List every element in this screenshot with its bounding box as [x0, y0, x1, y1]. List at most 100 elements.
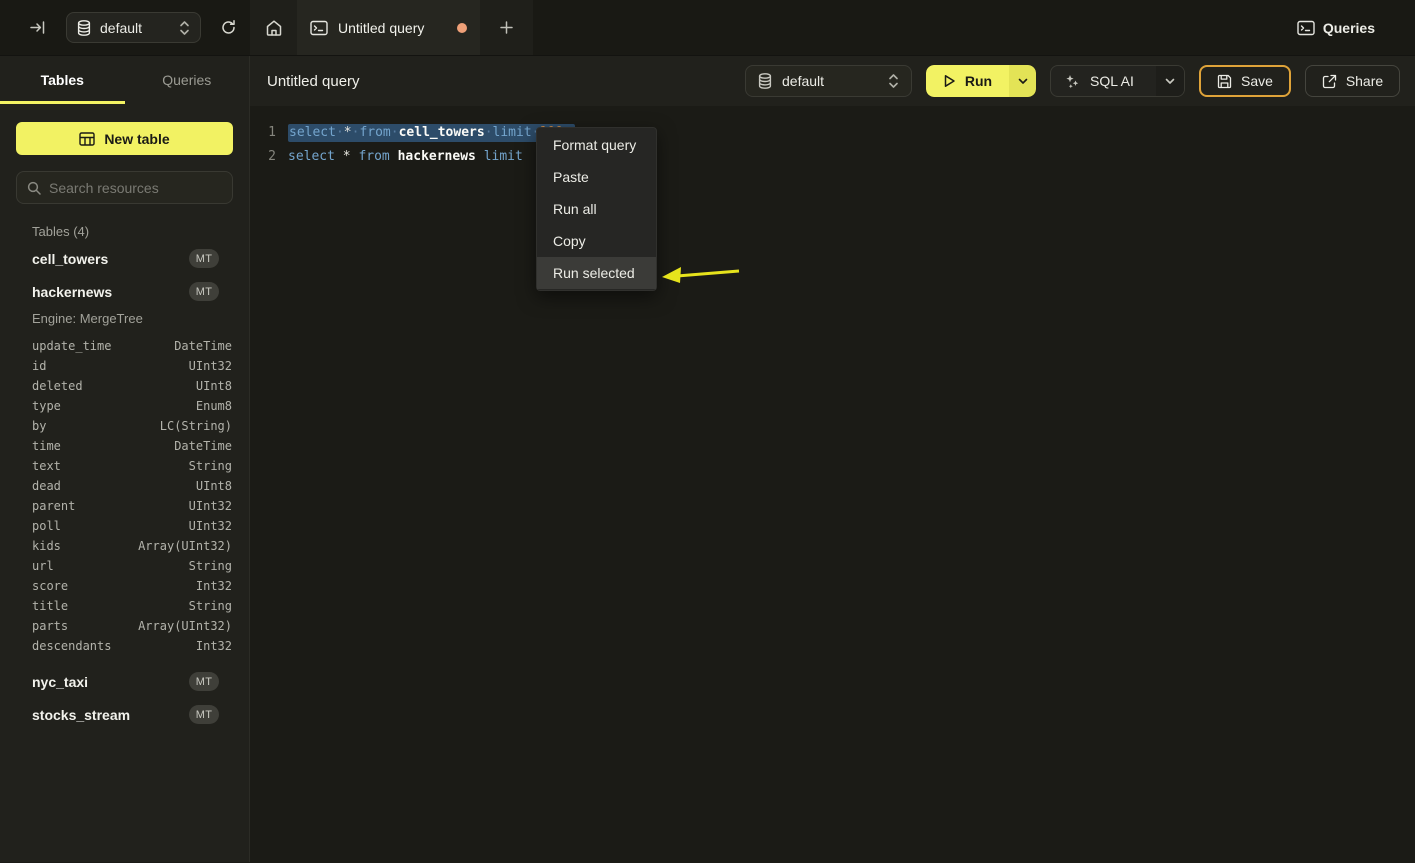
chevron-down-icon [1165, 78, 1175, 85]
column-name: dead [32, 479, 196, 493]
queries-panel-button[interactable]: Queries [1297, 20, 1375, 36]
terminal-icon [1297, 20, 1315, 36]
query-toolbar: default Run [745, 65, 1400, 97]
run-button-label: Run [965, 73, 992, 89]
column-name: parent [32, 499, 189, 513]
run-options-caret[interactable] [1009, 65, 1036, 97]
column-type: Array(UInt32) [138, 619, 232, 633]
spacer [0, 656, 249, 665]
editor-database-selector[interactable]: default [745, 65, 912, 97]
search-resources-box [16, 171, 233, 204]
column-row: kidsArray(UInt32) [0, 536, 249, 556]
column-row: titleString [0, 596, 249, 616]
column-name: title [32, 599, 189, 613]
sql-ai-caret[interactable] [1156, 66, 1184, 96]
search-resources-input[interactable] [49, 180, 230, 196]
code-token: * [344, 125, 352, 140]
new-table-button[interactable]: New table [16, 122, 233, 155]
context-menu-item-paste[interactable]: Paste [537, 161, 656, 193]
table-row[interactable]: hackernewsMT [0, 275, 249, 308]
column-row: parentUInt32 [0, 496, 249, 516]
column-name: kids [32, 539, 138, 553]
refresh-button[interactable] [216, 15, 241, 40]
table-name: hackernews [32, 284, 189, 300]
table-row[interactable]: nyc_taxiMT [0, 665, 249, 698]
context-menu-item-run-all[interactable]: Run all [537, 193, 656, 225]
column-row: urlString [0, 556, 249, 576]
topbar-left-section: default [0, 0, 250, 55]
line-number: 2 [250, 146, 276, 170]
engine-badge: MT [189, 705, 219, 724]
table-row[interactable]: cell_towersMT [0, 242, 249, 275]
engine-label: Engine: MergeTree [0, 308, 249, 330]
sparkles-icon [1064, 73, 1080, 89]
play-icon [943, 74, 956, 88]
code-token: from [358, 149, 389, 164]
editor-database-value: default [782, 73, 888, 89]
tables-section-label: Tables (4) [32, 224, 249, 242]
column-row: update_timeDateTime [0, 336, 249, 356]
code-token: select [288, 149, 335, 164]
table-name: nyc_taxi [32, 674, 189, 690]
new-table-label: New table [104, 131, 169, 147]
topbar: default Untitled query [0, 0, 1415, 56]
column-row: idUInt32 [0, 356, 249, 376]
column-type: DateTime [174, 439, 232, 453]
column-type: Enum8 [196, 399, 232, 413]
run-button[interactable]: Run [926, 65, 1009, 97]
run-split-button: Run [926, 65, 1036, 97]
selection-highlight: select·*·from·cell_towers·limit·100; [288, 124, 575, 142]
column-row: deadUInt8 [0, 476, 249, 496]
table-list: cell_towersMThackernewsMTEngine: MergeTr… [0, 242, 249, 862]
context-menu: Format queryPasteRun allCopyRun selected [536, 127, 657, 291]
new-tab-button[interactable] [480, 0, 533, 55]
column-type: Int32 [196, 579, 232, 593]
column-row: pollUInt32 [0, 516, 249, 536]
whitespace-dot: · [336, 125, 344, 140]
home-button[interactable] [250, 0, 297, 55]
column-name: text [32, 459, 189, 473]
code-token: limit [484, 149, 523, 164]
column-type: UInt32 [189, 359, 232, 373]
table-row[interactable]: stocks_streamMT [0, 698, 249, 731]
sidebar-tabs: Tables Queries [0, 56, 249, 104]
column-row: byLC(String) [0, 416, 249, 436]
column-type: String [189, 599, 232, 613]
tab-untitled-query[interactable]: Untitled query [297, 0, 480, 55]
code-token: limit [493, 125, 532, 140]
share-button[interactable]: Share [1305, 65, 1400, 97]
column-type: String [189, 459, 232, 473]
column-row: descendantsInt32 [0, 636, 249, 656]
tab-label: Untitled query [338, 20, 447, 36]
code-line[interactable]: 2select * from hackernews limit [250, 146, 1415, 170]
sql-ai-button[interactable]: SQL AI [1051, 66, 1156, 96]
context-menu-item-format-query[interactable]: Format query [537, 129, 656, 161]
column-name: by [32, 419, 160, 433]
collapse-sidebar-button[interactable] [25, 15, 50, 40]
floppy-disk-icon [1217, 74, 1232, 89]
code-token: select [289, 125, 336, 140]
code-line[interactable]: 1select·*·from·cell_towers·limit·100; [250, 122, 1415, 146]
save-button[interactable]: Save [1199, 65, 1291, 97]
column-name: time [32, 439, 174, 453]
topbar-database-selector[interactable]: default [66, 12, 201, 43]
code-token: cell_towers [399, 125, 485, 140]
sidebar-tab-queries[interactable]: Queries [125, 56, 250, 104]
code-token: * [343, 149, 351, 164]
app-window: default Untitled query [0, 0, 1415, 863]
tab-strip: Untitled query [250, 0, 533, 55]
active-tab-underline [0, 101, 125, 104]
main-panel: Untitled query default [250, 56, 1415, 862]
context-menu-item-run-selected[interactable]: Run selected [537, 257, 656, 289]
context-menu-item-copy[interactable]: Copy [537, 225, 656, 257]
home-icon [265, 19, 283, 37]
code-lines: 1select·*·from·cell_towers·limit·100;2se… [250, 122, 1415, 170]
column-row: partsArray(UInt32) [0, 616, 249, 636]
sql-editor[interactable]: 1select·*·from·cell_towers·limit·100;2se… [250, 106, 1415, 862]
column-name: update_time [32, 339, 174, 353]
external-link-icon [1322, 74, 1337, 89]
column-name: deleted [32, 379, 196, 393]
column-name: descendants [32, 639, 196, 653]
sidebar-tab-tables[interactable]: Tables [0, 56, 125, 104]
database-icon [758, 73, 772, 89]
